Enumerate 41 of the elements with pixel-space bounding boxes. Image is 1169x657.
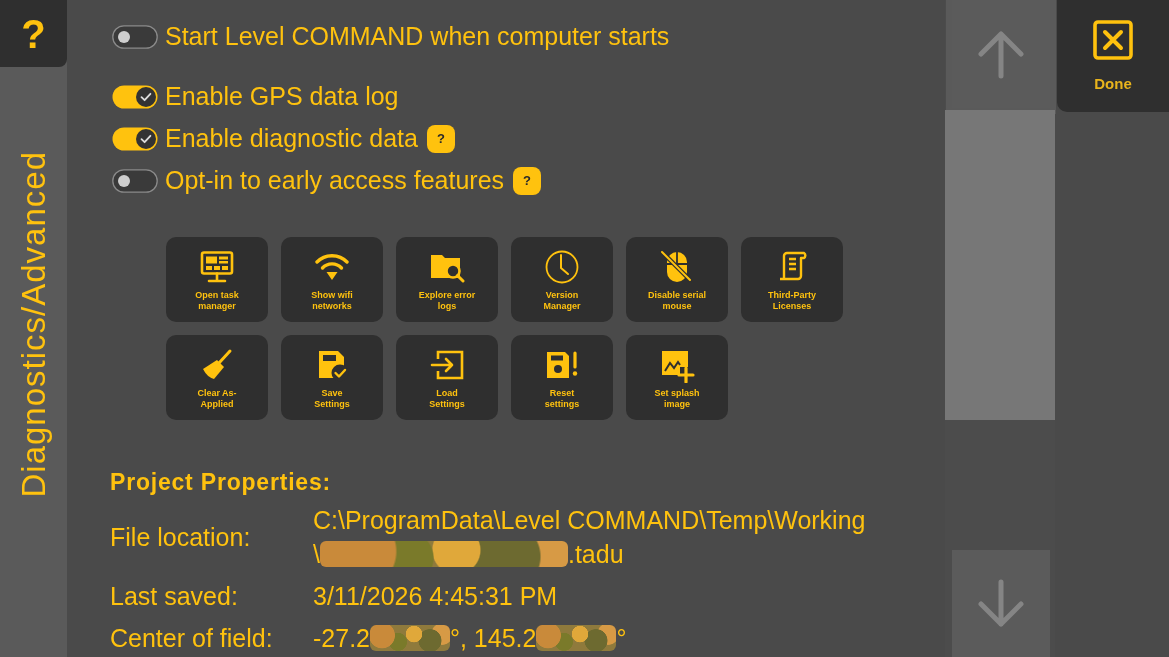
- tool-button[interactable]: Version Manager: [511, 237, 613, 322]
- tool-button[interactable]: Disable serial mouse: [626, 237, 728, 322]
- property-label: Center of field:: [110, 623, 274, 654]
- arrow-down-icon: [976, 578, 1026, 629]
- scroll-thumb[interactable]: [945, 110, 1055, 420]
- property-label: Last saved:: [110, 581, 239, 612]
- tool-button[interactable]: Reset settings: [511, 335, 613, 420]
- close-icon: [1093, 20, 1133, 60]
- section-tab[interactable]: Diagnostics/Advanced: [15, 151, 52, 498]
- tool-button[interactable]: Load Settings: [396, 335, 498, 420]
- toggle-switch[interactable]: [112, 127, 158, 151]
- help-button[interactable]: ?: [513, 167, 542, 195]
- setting-label: Opt-in to early access features: [165, 165, 505, 197]
- property-value: -27.2: [313, 623, 370, 654]
- help-button[interactable]: ?: [426, 125, 455, 153]
- help-button[interactable]: ?: [0, 0, 67, 67]
- tool-button[interactable]: Open task manager: [166, 237, 268, 322]
- arrow-up-icon: [976, 29, 1026, 79]
- toggle-switch[interactable]: [112, 169, 158, 193]
- monitor-icon: [199, 249, 235, 285]
- setting-label: Start Level COMMAND when computer starts: [165, 21, 670, 53]
- tool-button[interactable]: Clear As- Applied: [166, 335, 268, 420]
- tool-button[interactable]: Explore error logs: [396, 237, 498, 322]
- toggle-switch[interactable]: [112, 25, 158, 49]
- property-value: °, 145.2: [450, 623, 537, 654]
- tool-button[interactable]: Show wifi networks: [281, 237, 383, 322]
- property-label: File location:: [110, 522, 252, 553]
- tool-button[interactable]: Set splash image: [626, 335, 728, 420]
- tool-button[interactable]: Save Settings: [281, 335, 383, 420]
- property-value: \: [313, 539, 320, 570]
- setting-label: Enable diagnostic data: [165, 123, 418, 155]
- clock-icon: [544, 249, 580, 285]
- property-value: .tadu: [567, 539, 624, 570]
- done-button[interactable]: Done: [1057, 0, 1169, 112]
- toggle-switch[interactable]: [112, 85, 158, 109]
- property-value: C:\ProgramData\Level COMMAND\Temp\Working: [313, 505, 866, 536]
- setting-label: Enable GPS data log: [165, 81, 399, 113]
- tool-button[interactable]: Third-Party Licenses: [741, 237, 843, 322]
- property-value: 3/11/2026 4:45:31 PM: [313, 581, 558, 612]
- property-value: °: [616, 623, 627, 654]
- section-heading: Project Properties:: [110, 470, 332, 494]
